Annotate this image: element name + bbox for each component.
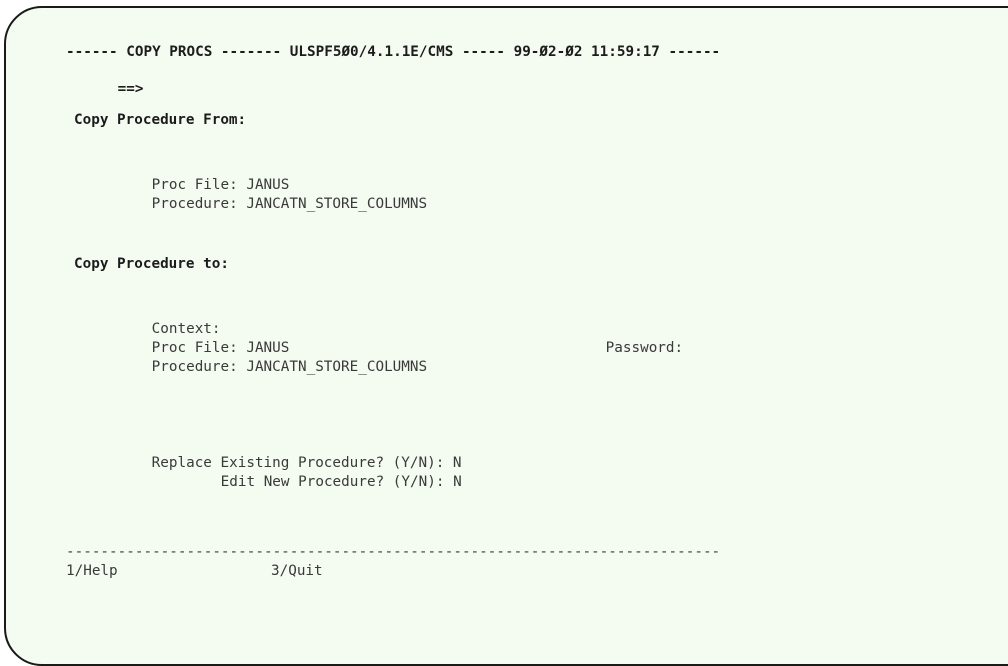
command-line: ==> xyxy=(66,64,683,97)
to-procedure-row: Procedure: JANCATN_STORE_COLUMNS xyxy=(100,342,427,375)
to-section-title: Copy Procedure to: xyxy=(74,256,229,272)
from-procedure-row: Procedure: JANCATN_STORE_COLUMNS xyxy=(100,179,427,212)
footer-divider: ----------------------------------------… xyxy=(66,544,721,560)
edit-option-field[interactable]: N xyxy=(453,474,462,491)
from-procedure-field[interactable]: JANCATN_STORE_COLUMNS xyxy=(246,196,427,213)
from-procedure-label: Procedure: xyxy=(151,195,238,212)
to-proc-file-row: Proc File: JANUS xyxy=(100,323,290,356)
command-prompt: ==> xyxy=(117,80,144,97)
to-password-row: Password: xyxy=(554,323,812,356)
to-password-label: Password: xyxy=(605,339,684,356)
to-context-row: Context: xyxy=(100,304,429,337)
edit-option-row: Edit New Procedure? (Y/N): N xyxy=(169,457,462,490)
replace-option-row: Replace Existing Procedure? (Y/N): N xyxy=(100,438,462,471)
pf-key-help[interactable]: 1/Help xyxy=(66,563,118,580)
to-procedure-label: Procedure: xyxy=(151,358,238,375)
to-procedure-field[interactable]: JANCATN_STORE_COLUMNS xyxy=(246,359,427,376)
edit-option-label: Edit New Procedure? (Y/N): xyxy=(220,473,445,490)
pf-key-quit[interactable]: 3/Quit xyxy=(271,563,323,580)
from-proc-file-row: Proc File: JANUS xyxy=(100,160,290,193)
from-section-title: Copy Procedure From: xyxy=(74,112,247,128)
terminal-screen: ------ COPY PROCS ------- ULSPF5Ø0/4.1.1… xyxy=(4,6,1008,666)
panel-header: ------ COPY PROCS ------- ULSPF5Ø0/4.1.1… xyxy=(66,44,721,60)
